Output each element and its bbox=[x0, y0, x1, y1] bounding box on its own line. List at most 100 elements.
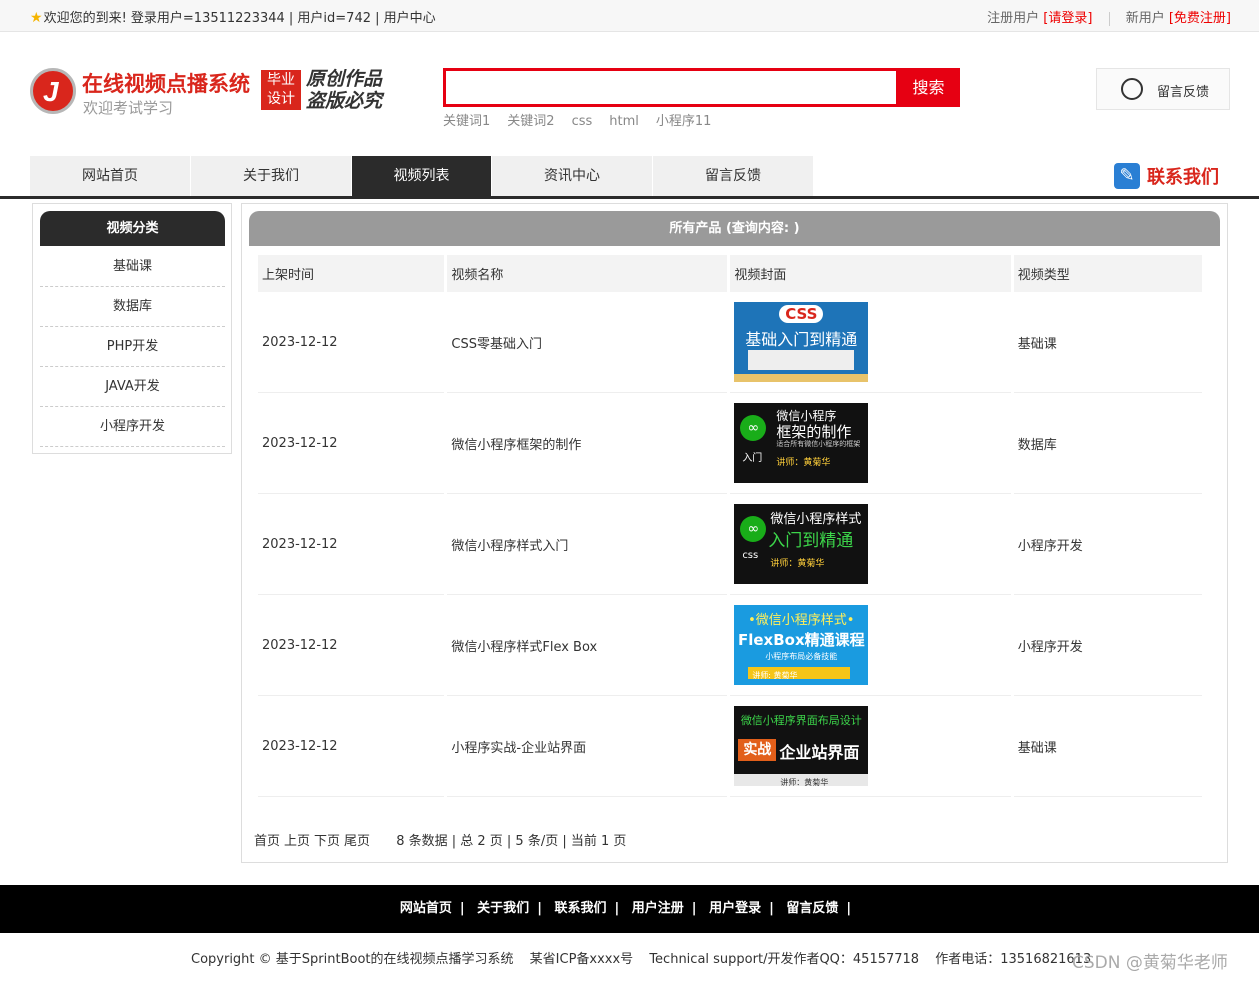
footer-link-feedback[interactable]: 留言反馈 bbox=[786, 901, 838, 916]
video-name-link[interactable]: 微信小程序框架的制作 bbox=[447, 393, 728, 494]
video-table: 上架时间 视频名称 视频封面 视频类型 2023-12-12 CSS零基础入门 … bbox=[255, 255, 1205, 797]
video-cover-image[interactable]: 微信小程序界面布局设计 实战 企业站界面 讲师：黄菊华 bbox=[734, 706, 869, 786]
column-header-date: 上架时间 bbox=[258, 255, 445, 292]
cover-bottom-bar bbox=[734, 374, 869, 382]
copyright-bar: Copyright © 基于SprintBoot的在线视频点播学习系统 某省IC… bbox=[191, 948, 1103, 967]
search-input[interactable] bbox=[443, 68, 899, 107]
site-subtitle: 欢迎考试学习 bbox=[83, 99, 174, 117]
wechat-icon: ∞ bbox=[740, 415, 767, 441]
next-page-link[interactable]: 下页 bbox=[314, 834, 340, 849]
cover-tag: 入门 bbox=[742, 453, 763, 464]
video-cover-image[interactable]: ∞ 微信小程序 框架的制作 适合所有微信小程序的框架 入门 讲师：黄菊华 bbox=[734, 403, 869, 483]
sidebar-item-basic[interactable]: 基础课 bbox=[40, 247, 225, 287]
slogan-line1: 原创作品 bbox=[306, 68, 383, 90]
keyword-link[interactable]: css bbox=[572, 114, 593, 129]
footer-link-register[interactable]: 用户注册 bbox=[632, 901, 684, 916]
video-cover-image[interactable]: CSS 基础入门到精通 bbox=[734, 302, 869, 382]
video-cover-cell: •微信小程序样式• FlexBox精通课程 小程序布局必备技能 讲师: 黄菊华 bbox=[730, 595, 1011, 696]
video-name-link[interactable]: 微信小程序样式入门 bbox=[447, 494, 728, 595]
video-list-panel: 所有产品 (查询内容: ) 上架时间 视频名称 视频封面 视频类型 2023-1… bbox=[241, 203, 1228, 863]
free-register-link[interactable]: [免费注册] bbox=[1169, 11, 1231, 26]
star-icon: ★ bbox=[30, 10, 43, 26]
video-type: 基础课 bbox=[1013, 292, 1202, 393]
sidebar-item-java[interactable]: JAVA开发 bbox=[40, 367, 225, 407]
pagination-info: 8 条数据 | 总 2 页 | 5 条/页 | 当前 1 页 bbox=[396, 834, 627, 849]
video-cover-cell: 微信小程序界面布局设计 实战 企业站界面 讲师：黄菊华 bbox=[730, 696, 1011, 797]
icp-text: 某省ICP备xxxx号 bbox=[529, 952, 634, 967]
video-date: 2023-12-12 bbox=[258, 494, 445, 595]
video-cover-cell: ∞ 微信小程序样式 入门到精通 css 讲师：黄菊华 bbox=[730, 494, 1011, 595]
nav-item-news[interactable]: 资讯中心 bbox=[492, 156, 653, 196]
cover-line1: •微信小程序样式• bbox=[748, 613, 855, 628]
phone-text: 作者电话：13516821613 bbox=[935, 952, 1092, 967]
customer-service-icon bbox=[1121, 78, 1143, 100]
cover-tag: 实战 bbox=[738, 739, 777, 761]
feedback-button-label: 留言反馈 bbox=[1157, 85, 1210, 100]
footer-link-contact[interactable]: 联系我们 bbox=[554, 901, 606, 916]
divider bbox=[1108, 11, 1110, 26]
category-list: 基础课 数据库 PHP开发 JAVA开发 小程序开发 bbox=[40, 247, 225, 447]
video-date: 2023-12-12 bbox=[258, 595, 445, 696]
prev-page-link[interactable]: 上页 bbox=[284, 834, 310, 849]
cover-teacher-bar: 讲师：黄菊华 bbox=[734, 774, 869, 786]
video-name-link[interactable]: CSS零基础入门 bbox=[447, 292, 728, 393]
badge-line1: 毕业 bbox=[267, 72, 295, 88]
footer-link-about[interactable]: 关于我们 bbox=[477, 901, 529, 916]
csdn-watermark: CSDN @黄菊华老师 bbox=[1072, 953, 1228, 973]
login-link[interactable]: [请登录] bbox=[1043, 11, 1092, 26]
cover-line2: 入门到精通 bbox=[768, 531, 854, 551]
feedback-button[interactable]: 留言反馈 bbox=[1096, 68, 1230, 110]
keyword-link[interactable]: 关键词2 bbox=[507, 114, 554, 129]
video-date: 2023-12-12 bbox=[258, 292, 445, 393]
nav-divider bbox=[0, 196, 1259, 199]
slogan-line2: 盗版必究 bbox=[306, 90, 383, 112]
site-title: 在线视频点播系统 bbox=[82, 72, 250, 96]
footer-link-login[interactable]: 用户登录 bbox=[709, 901, 761, 916]
nav-item-feedback[interactable]: 留言反馈 bbox=[653, 156, 814, 196]
video-date: 2023-12-12 bbox=[258, 696, 445, 797]
nav-item-home[interactable]: 网站首页 bbox=[30, 156, 191, 196]
first-page-link[interactable]: 首页 bbox=[254, 834, 280, 849]
sidebar-item-php[interactable]: PHP开发 bbox=[40, 327, 225, 367]
table-row: 2023-12-12 微信小程序样式入门 ∞ 微信小程序样式 入门到精通 css… bbox=[258, 494, 1202, 595]
cover-teacher: 讲师：黄菊华 bbox=[770, 559, 825, 569]
register-user-label: 注册用户 bbox=[987, 11, 1040, 26]
keyword-link[interactable]: html bbox=[609, 114, 639, 129]
footer-link-home[interactable]: 网站首页 bbox=[400, 901, 452, 916]
cover-line1: 微信小程序样式 bbox=[770, 512, 862, 527]
sidebar-item-miniprogram[interactable]: 小程序开发 bbox=[40, 407, 225, 447]
nav-item-about[interactable]: 关于我们 bbox=[191, 156, 352, 196]
keyword-link[interactable]: 小程序11 bbox=[656, 114, 712, 129]
cover-teacher: 讲师：黄菊华 bbox=[776, 458, 831, 468]
keyword-link[interactable]: 关键词1 bbox=[443, 114, 490, 129]
last-page-link[interactable]: 尾页 bbox=[344, 834, 370, 849]
column-header-cover: 视频封面 bbox=[730, 255, 1011, 292]
pagination: 首页 上页 下页 尾页 8 条数据 | 总 2 页 | 5 条/页 | 当前 1 页 bbox=[254, 830, 626, 849]
cover-teacher: 讲师：黄菊华 bbox=[780, 778, 829, 786]
cover-tag: css bbox=[742, 550, 759, 561]
video-cover-image[interactable]: ∞ 微信小程序样式 入门到精通 css 讲师：黄菊华 bbox=[734, 504, 869, 584]
video-cover-cell: CSS 基础入门到精通 bbox=[730, 292, 1011, 393]
category-sidebar: 视频分类 基础课 数据库 PHP开发 JAVA开发 小程序开发 bbox=[32, 203, 232, 454]
badge-line2: 设计 bbox=[267, 91, 295, 107]
graduation-design-badge: 毕业 设计 bbox=[261, 70, 301, 110]
cover-title: 基础入门到精通 bbox=[745, 330, 858, 349]
nav-item-video-list[interactable]: 视频列表 bbox=[352, 156, 492, 196]
site-logo-icon[interactable]: J bbox=[30, 68, 76, 114]
video-cover-image[interactable]: •微信小程序样式• FlexBox精通课程 小程序布局必备技能 讲师: 黄菊华 bbox=[734, 605, 869, 685]
sidebar-item-database[interactable]: 数据库 bbox=[40, 287, 225, 327]
contact-us-label: 联系我们 bbox=[1147, 167, 1219, 188]
hot-keywords: 关键词1 关键词2 css html 小程序11 bbox=[443, 110, 728, 129]
video-type: 小程序开发 bbox=[1013, 494, 1202, 595]
cover-line2: 企业站界面 bbox=[779, 743, 860, 762]
search-button[interactable]: 搜索 bbox=[897, 68, 960, 107]
cover-text-block bbox=[748, 350, 855, 370]
cover-badge: CSS bbox=[779, 305, 824, 323]
video-name-link[interactable]: 小程序实战-企业站界面 bbox=[447, 696, 728, 797]
video-name-link[interactable]: 微信小程序样式Flex Box bbox=[447, 595, 728, 696]
footer-nav: 网站首页 | 关于我们 | 联系我们 | 用户注册 | 用户登录 | 留言反馈 | bbox=[0, 885, 1259, 933]
column-header-name: 视频名称 bbox=[447, 255, 728, 292]
cover-teacher: 讲师: 黄菊华 bbox=[752, 671, 798, 680]
table-row: 2023-12-12 小程序实战-企业站界面 微信小程序界面布局设计 实战 企业… bbox=[258, 696, 1202, 797]
account-links: 注册用户 [请登录] 新用户 [免费注册] bbox=[987, 7, 1231, 26]
